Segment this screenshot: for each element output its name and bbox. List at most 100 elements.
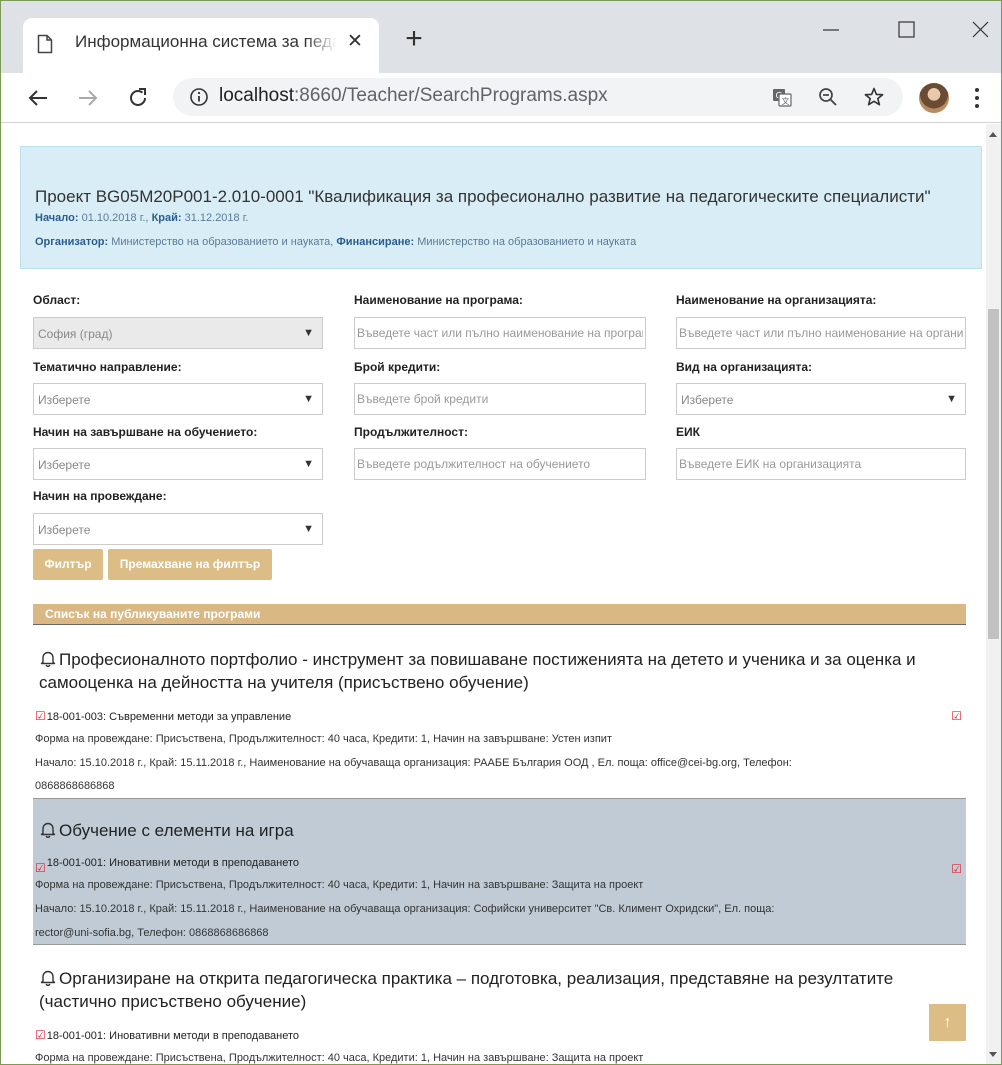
minimize-icon[interactable] xyxy=(817,15,847,45)
duration-input[interactable] xyxy=(354,448,646,480)
program-title[interactable]: Обучение с елементи на игра xyxy=(39,819,939,842)
eik-label: ЕИК xyxy=(676,425,700,439)
list-item[interactable]: Професионалното портфолио - инструмент з… xyxy=(33,626,966,799)
conduct-value: Изберете xyxy=(38,523,91,537)
checkbox-icon[interactable]: ☑ xyxy=(35,709,46,723)
course-line: ☑18-001-001: Иновативни методи в препода… xyxy=(35,1028,299,1042)
program-title[interactable]: Организиране на открита педагогическа пр… xyxy=(39,967,939,1013)
page-scrollbar[interactable] xyxy=(986,124,1001,1064)
thematic-select[interactable]: Изберете ▼ xyxy=(33,383,323,415)
url-path: :8660/Teacher/SearchPrograms.aspx xyxy=(294,85,608,106)
org-name-label: Наименование на организацията: xyxy=(676,293,877,307)
org-type-select[interactable]: Изберете ▼ xyxy=(676,383,966,415)
end-label: Край: xyxy=(151,212,182,224)
bell-icon xyxy=(40,651,56,667)
browser-toolbar: localhost:8660/Teacher/SearchPrograms.as… xyxy=(1,73,1001,123)
page-viewport: Проект BG05M20P001-2.010-0001 "Квалифика… xyxy=(1,124,986,1064)
financing-value: Министерство на образованието и науката xyxy=(417,236,637,248)
project-title: Проект BG05M20P001-2.010-0001 "Квалифика… xyxy=(35,187,931,206)
region-select[interactable]: София (град) ▼ xyxy=(33,317,323,349)
checkbox-icon[interactable]: ☑ xyxy=(951,709,962,723)
window-close-icon[interactable] xyxy=(965,15,995,45)
project-organizer: Организатор: Министерство на образование… xyxy=(35,236,636,248)
url-text[interactable]: localhost:8660/Teacher/SearchPrograms.as… xyxy=(219,85,608,107)
list-header: Списък на публикуваните програми xyxy=(33,604,966,625)
translate-icon[interactable]: G 文 xyxy=(771,86,793,108)
chevron-down-icon: ▼ xyxy=(303,327,314,339)
program-name-label: Наименование на програма: xyxy=(354,293,523,307)
checkbox-icon[interactable]: ☑ xyxy=(35,861,46,875)
maximize-icon[interactable] xyxy=(891,15,921,45)
region-value: София (град) xyxy=(38,327,113,341)
start-value: 01.10.2018 г., xyxy=(81,212,149,224)
course-code: 18-001-003: xyxy=(46,711,107,723)
start-label: Начало: xyxy=(35,212,79,224)
duration-label: Продължителност: xyxy=(354,425,468,439)
program-meta: Форма на провеждане: Присъствена, Продъл… xyxy=(35,1052,644,1064)
kebab-menu-icon[interactable] xyxy=(971,85,983,111)
browser-tab[interactable]: Информационна система за педагогическите… xyxy=(23,18,379,74)
address-bar[interactable]: localhost:8660/Teacher/SearchPrograms.as… xyxy=(173,78,903,116)
program-title-text: Професионалното портфолио - инструмент з… xyxy=(39,650,916,692)
end-value: 31.12.2018 г. xyxy=(184,212,249,224)
project-dates: Начало: 01.10.2018 г., Край: 31.12.2018 … xyxy=(35,212,248,224)
list-item[interactable]: Организиране на открита педагогическа пр… xyxy=(33,945,966,1064)
arrow-right-icon[interactable] xyxy=(73,83,103,113)
bell-icon xyxy=(40,822,56,838)
course-code: 18-001-001: xyxy=(46,1030,107,1042)
thematic-label: Тематично направление: xyxy=(33,360,182,374)
checkbox-icon[interactable]: ☑ xyxy=(951,862,962,876)
course-name: Съвременни методи за управление xyxy=(109,711,292,723)
bell-icon xyxy=(40,970,56,986)
chevron-down-icon: ▼ xyxy=(303,523,314,535)
plus-icon[interactable]: + xyxy=(399,24,429,55)
profile-avatar[interactable] xyxy=(919,83,949,113)
chevron-down-icon: ▼ xyxy=(946,393,957,405)
course-name: Иновативни методи в преподаването xyxy=(109,857,300,869)
program-meta: Форма на провеждане: Присъствена, Продъл… xyxy=(35,879,644,891)
program-meta: rector@uni-sofia.bg, Телефон: 0868868686… xyxy=(35,927,269,939)
zoom-out-icon[interactable] xyxy=(817,86,839,108)
list-item[interactable]: Обучение с елементи на игра ☑18-001-001:… xyxy=(33,799,966,945)
url-host: localhost xyxy=(219,85,294,106)
completion-select[interactable]: Изберете ▼ xyxy=(33,448,323,480)
thematic-value: Изберете xyxy=(38,393,91,407)
document-icon xyxy=(37,34,53,54)
conduct-select[interactable]: Изберете ▼ xyxy=(33,513,323,545)
org-name-input[interactable] xyxy=(676,317,966,349)
org-type-label: Вид на организацията: xyxy=(676,360,812,374)
chevron-down-icon: ▼ xyxy=(303,458,314,470)
program-title-text: Обучение с елементи на игра xyxy=(59,821,294,840)
star-icon[interactable] xyxy=(863,86,885,108)
close-icon[interactable]: ✕ xyxy=(343,30,367,54)
org-type-value: Изберете xyxy=(681,393,734,407)
program-meta: Начало: 15.10.2018 г., Край: 15.11.2018 … xyxy=(35,903,775,915)
course-name: Иновативни методи в преподаването xyxy=(109,1030,300,1042)
program-meta: Форма на провеждане: Присъствена, Продъл… xyxy=(35,733,612,745)
program-title[interactable]: Професионалното портфолио - инструмент з… xyxy=(39,648,939,694)
organizer-value: Министерство на образованието и науката, xyxy=(111,236,334,248)
scroll-up-icon[interactable] xyxy=(989,132,997,137)
program-title-text: Организиране на открита педагогическа пр… xyxy=(39,969,894,1011)
arrow-up-icon[interactable]: ↑ xyxy=(929,1004,966,1041)
course-code: 18-001-001: xyxy=(46,857,107,869)
reload-icon[interactable] xyxy=(123,83,153,113)
filter-button[interactable]: Филтър xyxy=(33,549,103,580)
scrollbar-thumb[interactable] xyxy=(988,309,999,639)
svg-text:文: 文 xyxy=(782,96,790,106)
scroll-down-icon[interactable] xyxy=(989,1052,997,1057)
clear-filter-button[interactable]: Премахване на филтър xyxy=(108,549,272,580)
completion-value: Изберете xyxy=(38,458,91,472)
program-name-input[interactable] xyxy=(354,317,646,349)
credits-input[interactable] xyxy=(354,383,646,415)
tab-strip: Информационна система за педагогическите… xyxy=(1,1,1001,74)
info-icon[interactable] xyxy=(189,87,209,107)
completion-label: Начин на завършване на обучението: xyxy=(33,425,258,439)
arrow-left-icon[interactable] xyxy=(23,83,53,113)
region-label: Област: xyxy=(33,293,81,307)
checkbox-icon[interactable]: ☑ xyxy=(35,1028,46,1042)
program-meta: Начало: 15.10.2018 г., Край: 15.11.2018 … xyxy=(35,757,792,769)
eik-input[interactable] xyxy=(676,448,966,480)
chevron-down-icon: ▼ xyxy=(303,393,314,405)
credits-label: Брой кредити: xyxy=(354,360,441,374)
